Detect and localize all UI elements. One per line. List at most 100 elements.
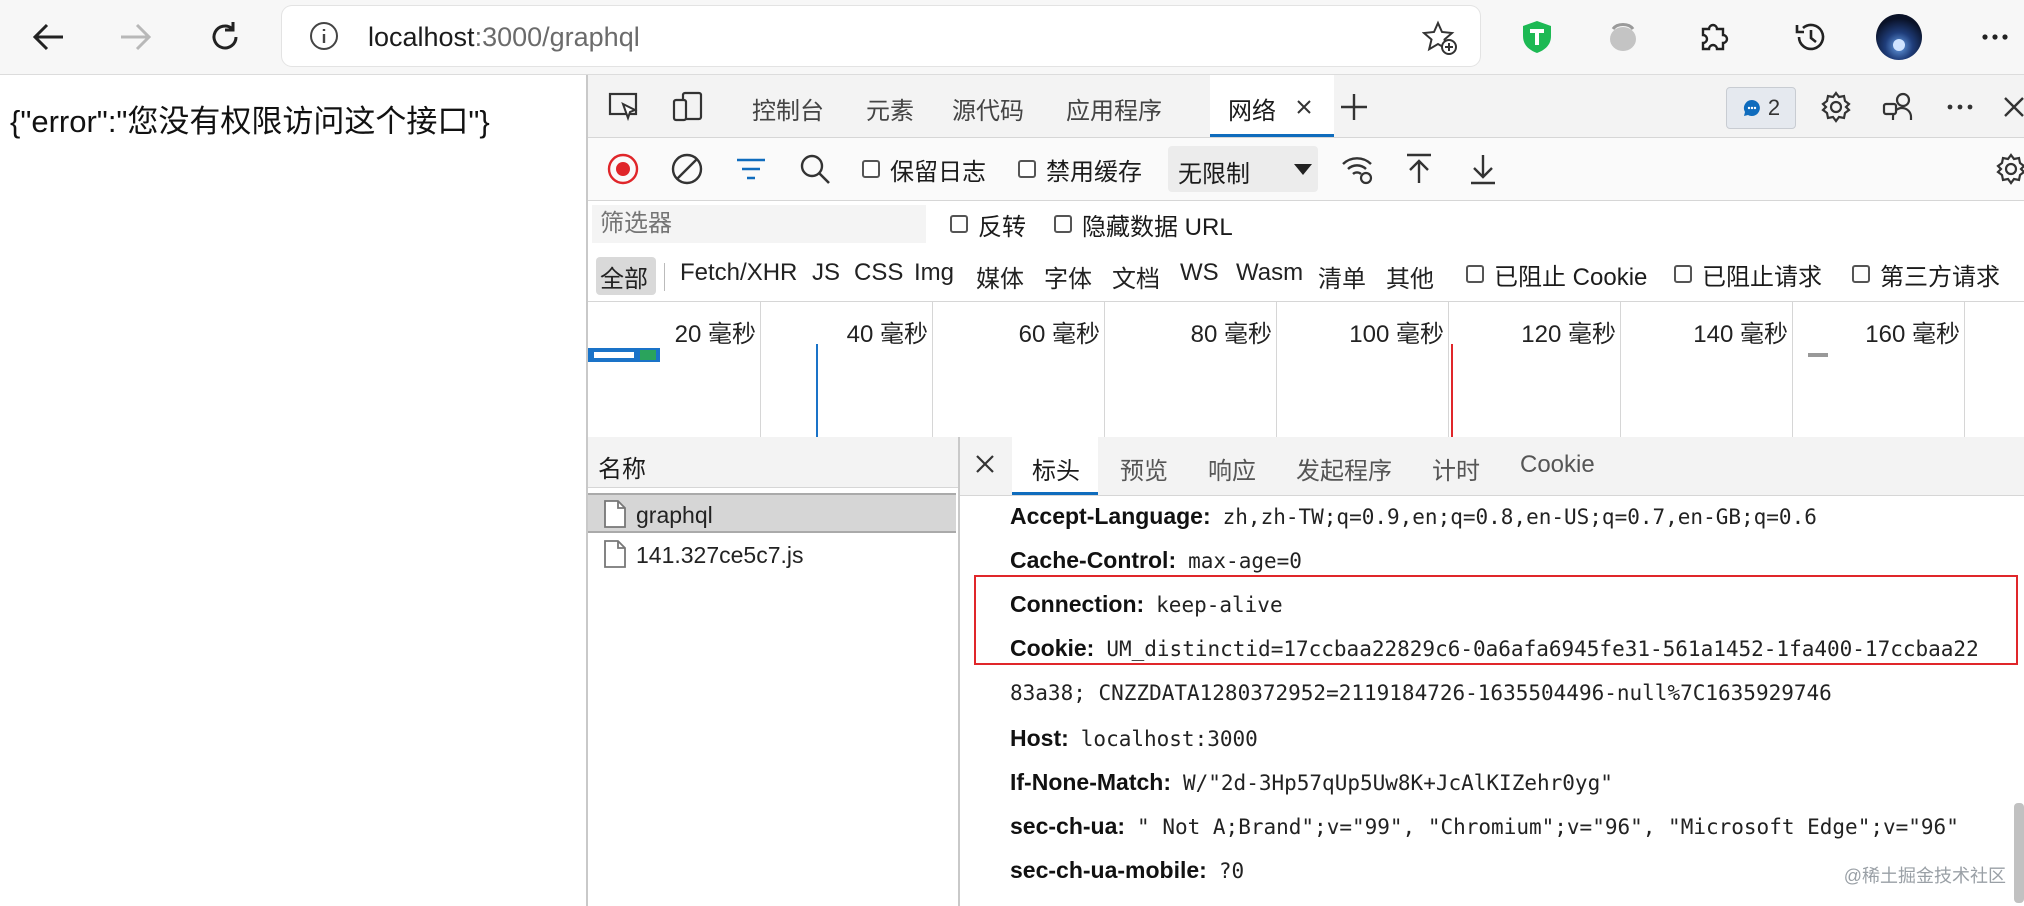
forward-button[interactable] [110,12,160,62]
invert-checkbox[interactable]: 反转 [950,207,1026,241]
tab-elements[interactable]: 元素 [866,91,914,126]
gear-icon [1996,153,2024,185]
add-favorite-icon[interactable] [1422,20,1458,56]
back-arrow-icon [32,23,63,51]
filter-input[interactable] [592,205,926,243]
header-if-none-match: If-None-Match: W/"2d-3Hp57qUp5Uw8K+JcAlKI… [1010,769,1613,795]
clear-button[interactable] [670,152,704,186]
type-all[interactable]: 全部 [600,259,648,294]
checkbox[interactable] [1852,265,1870,283]
preserve-log-checkbox[interactable]: 保留日志 [862,152,986,186]
timeline-label: 20 毫秒 [674,321,756,348]
checkbox[interactable] [950,215,968,233]
type-css[interactable]: CSS [854,259,903,287]
type-js[interactable]: JS [812,259,840,287]
timeline-gridline [1792,302,1793,437]
checkbox[interactable] [862,160,880,178]
checkbox[interactable] [1466,265,1484,283]
tab-preview[interactable]: 预览 [1120,451,1168,486]
device-icon [672,91,703,122]
search-button[interactable] [798,152,832,186]
record-icon [607,153,639,185]
tab-sources[interactable]: 源代码 [952,91,1024,126]
feedback-button[interactable] [1880,89,1916,125]
people-icon [1882,92,1913,120]
back-button[interactable] [24,12,74,62]
extension-shield-button[interactable] [1512,12,1562,62]
more-tools-button[interactable] [1336,89,1372,125]
wifi-settings-icon [1342,157,1373,185]
import-har-button[interactable] [1404,152,1434,186]
puzzle-icon [1701,23,1729,51]
timeline-label: 160 毫秒 [1865,321,1960,348]
extensions-button[interactable] [1688,12,1738,62]
type-img[interactable]: Img [914,259,954,287]
type-manifest[interactable]: 清单 [1318,259,1366,294]
header-sec-ch-ua: sec-ch-ua: " Not A;Brand";v="99", "Chromi… [1010,813,1959,839]
profile-button[interactable] [1874,12,1924,62]
name-column-header[interactable]: 名称 [588,437,958,488]
type-wasm[interactable]: Wasm [1236,259,1303,287]
tab-response[interactable]: 响应 [1208,451,1256,486]
tab-initiator[interactable]: 发起程序 [1296,451,1392,486]
customize-menu-button[interactable] [1942,89,1978,125]
settings-button[interactable] [1818,89,1854,125]
watermark: @稀土掘金技术社区 [1843,866,2006,886]
tab-timing[interactable]: 计时 [1432,451,1480,486]
info-icon[interactable] [308,20,340,52]
blocked-requests-checkbox[interactable]: 已阻止请求 [1674,257,1822,291]
inspect-icon [608,92,638,122]
detail-scrollbar[interactable] [2014,803,2024,903]
request-row-js[interactable]: 141.327ce5c7.js [588,535,956,575]
blocked-cookies-checkbox[interactable]: 已阻止 Cookie [1466,257,1647,291]
checkbox[interactable] [1018,160,1036,178]
export-har-button[interactable] [1468,152,1498,186]
hide-data-urls-checkbox[interactable]: 隐藏数据 URL [1054,207,1233,241]
network-conditions-button[interactable] [1340,152,1376,186]
clear-icon [671,153,703,185]
tab-headers[interactable]: 标头 [1032,451,1080,486]
devtools-tab-bar: 控制台 元素 源代码 应用程序 网络 2 [588,75,2024,138]
record-button[interactable] [606,152,640,186]
request-row-graphql[interactable]: graphql [588,493,956,533]
tab-console[interactable]: 控制台 [752,91,824,126]
issues-badge[interactable]: 2 [1726,87,1796,129]
browser-toolbar: localhost:3000/graphql [0,0,2024,75]
third-party-checkbox[interactable]: 第三方请求 [1852,257,2000,291]
throttling-select[interactable]: 无限制 [1168,146,1318,192]
device-emulation-button[interactable] [670,89,706,125]
header-cookie-continued: 83a38; CNZZDATA1280372952=2119184726-163… [1010,681,1832,705]
close-detail-button[interactable] [974,453,996,475]
file-icon [604,540,626,568]
close-devtools-button[interactable] [1996,89,2024,125]
header-cookie: Cookie: UM_distinctid=17ccbaa22829c6-0a6a… [1010,635,1979,661]
checkbox[interactable] [1674,265,1692,283]
type-doc[interactable]: 文档 [1112,259,1160,294]
header-cache-control: Cache-Control: max-age=0 [1010,547,1302,573]
refresh-button[interactable] [200,12,250,62]
tab-network[interactable]: 网络 [1228,91,1276,126]
history-button[interactable] [1786,12,1836,62]
extension-bird-button[interactable] [1598,12,1648,62]
more-menu-button[interactable] [1970,12,2020,62]
type-media[interactable]: 媒体 [976,259,1024,294]
tab-cookies[interactable]: Cookie [1520,451,1595,479]
address-bar[interactable]: localhost:3000/graphql [282,6,1480,66]
type-other[interactable]: 其他 [1386,259,1434,294]
url-text[interactable]: localhost:3000/graphql [368,22,640,53]
timeline-label: 40 毫秒 [846,321,928,348]
close-tab-button[interactable] [1290,89,1318,125]
filter-toggle-button[interactable] [734,152,768,186]
type-font[interactable]: 字体 [1044,259,1092,294]
inspect-element-button[interactable] [606,89,642,125]
timeline-label: 60 毫秒 [1018,321,1100,348]
type-fetch-xhr[interactable]: Fetch/XHR [680,259,797,287]
network-toolbar: 保留日志 禁用缓存 无限制 [588,138,2024,201]
disable-cache-checkbox[interactable]: 禁用缓存 [1018,152,1142,186]
request-bar-download [640,350,656,360]
tab-application[interactable]: 应用程序 [1066,91,1162,126]
checkbox[interactable] [1054,215,1072,233]
network-settings-button[interactable] [1994,152,2024,186]
network-timeline-overview[interactable]: 20 毫秒 40 毫秒 60 毫秒 80 毫秒 100 毫秒 120 毫秒 14… [588,302,2024,438]
type-ws[interactable]: WS [1180,259,1219,287]
